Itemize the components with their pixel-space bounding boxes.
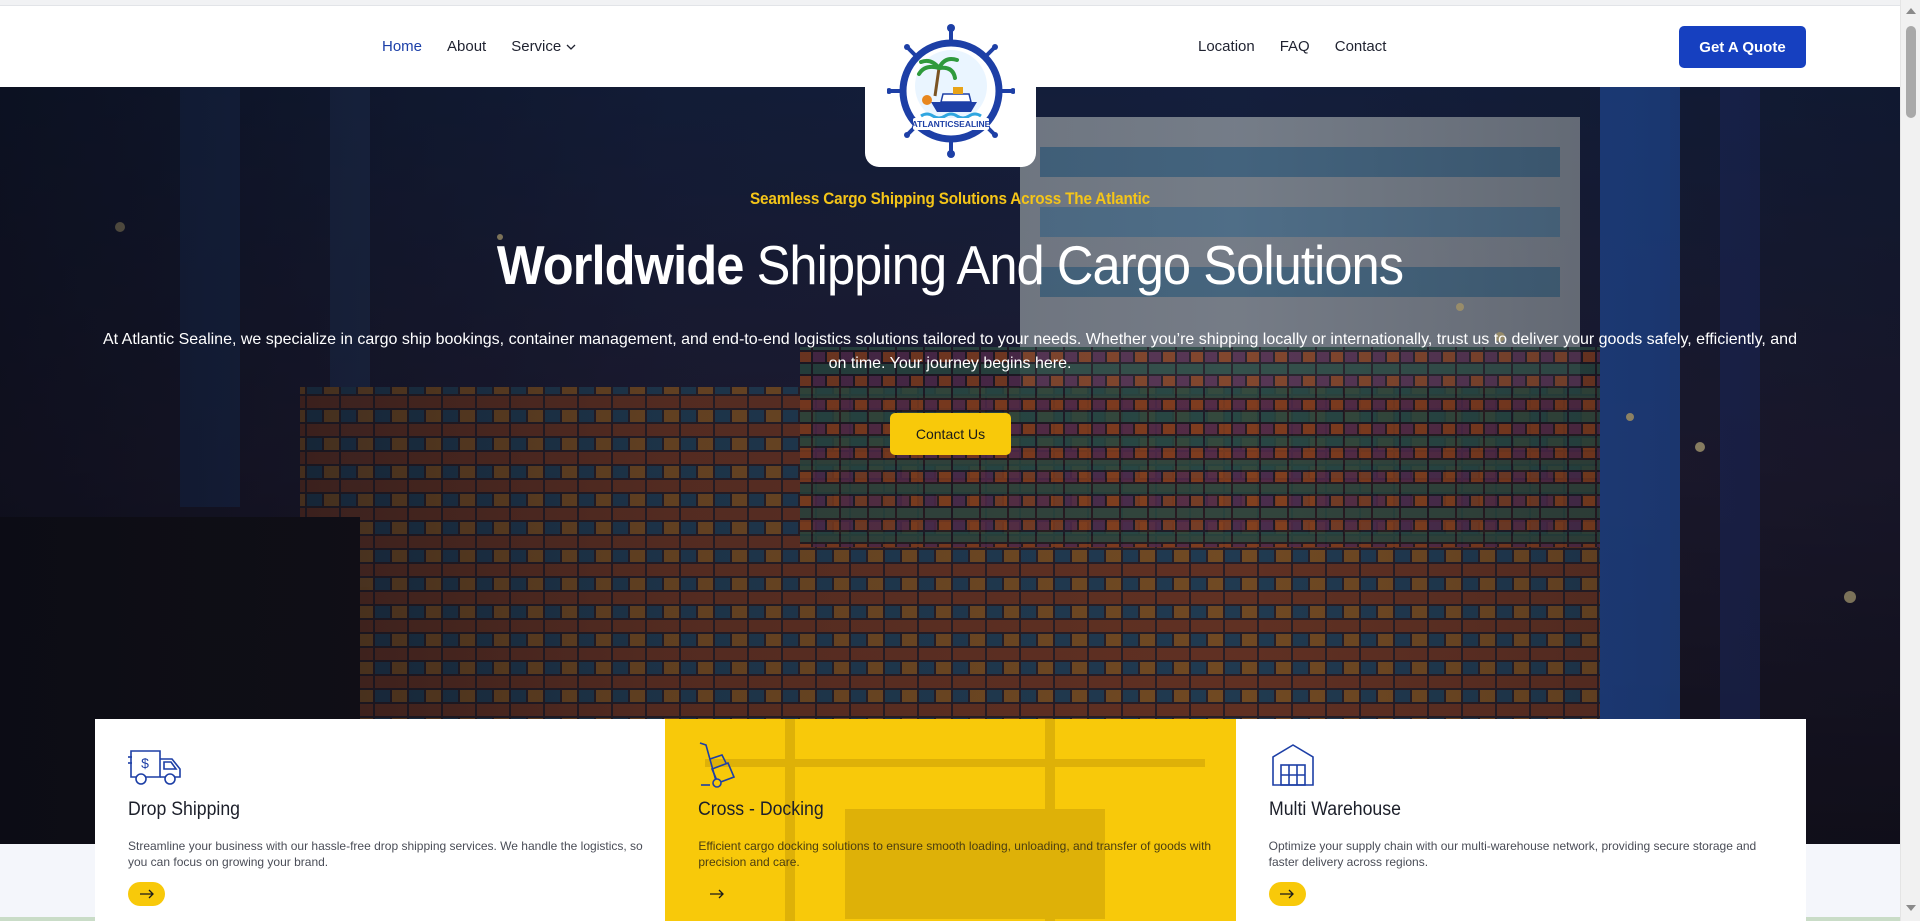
service-title: Multi Warehouse: [1268, 799, 1401, 820]
arrow-right-icon: [1280, 889, 1295, 899]
nav-service-label: Service: [511, 38, 562, 55]
hand-truck-icon: [700, 742, 736, 788]
nav-home[interactable]: Home: [382, 38, 422, 55]
service-title: Drop Shipping: [128, 799, 240, 820]
services-cards: $ Drop Shipping Streamline your business…: [95, 719, 1806, 921]
arrow-right-button[interactable]: [698, 882, 735, 906]
hero-title-bold: Worldwide: [496, 234, 745, 296]
nav-contact[interactable]: Contact: [1335, 38, 1387, 55]
warehouse-icon: [1271, 744, 1314, 786]
site-logo[interactable]: ATLANTICSEALINE: [865, 22, 1036, 167]
svg-text:$: $: [141, 755, 149, 771]
logo-wordmark: ATLANTICSEALINE: [911, 119, 990, 129]
arrow-right-button[interactable]: [128, 882, 165, 906]
delivery-van-icon: $: [128, 750, 181, 785]
nav-about[interactable]: About: [447, 38, 486, 55]
hero-title-rest: Shipping And Cargo Solutions: [743, 234, 1405, 296]
arrow-right-icon: [139, 889, 154, 899]
service-title: Cross - Docking: [698, 799, 825, 820]
scroll-up-arrow-icon[interactable]: [1906, 8, 1916, 14]
scrollbar-thumb[interactable]: [1906, 26, 1916, 118]
chevron-down-icon: [566, 44, 576, 50]
hero-title: Worldwide Shipping And Cargo Solutions: [76, 233, 1824, 297]
arrow-right-button[interactable]: [1268, 882, 1306, 906]
hero-description: At Atlantic Sealine, we specialize in ca…: [103, 331, 1797, 372]
service-card-cross-docking[interactable]: Cross - Docking Efficient cargo docking …: [665, 719, 1236, 921]
scroll-down-arrow-icon[interactable]: [1906, 905, 1916, 911]
page-scrollbar[interactable]: [1900, 0, 1920, 921]
hero-tagline: Seamless Cargo Shipping Solutions Across…: [750, 189, 1150, 208]
service-card-drop-shipping[interactable]: $ Drop Shipping Streamline your business…: [95, 719, 666, 921]
service-card-multi-warehouse[interactable]: Multi Warehouse Optimize your supply cha…: [1235, 719, 1806, 921]
ship-wheel-logo-icon: ATLANTICSEALINE: [886, 24, 1015, 158]
get-a-quote-button[interactable]: Get A Quote: [1679, 26, 1806, 68]
arrow-right-icon: [709, 889, 724, 899]
nav-location[interactable]: Location: [1198, 38, 1255, 55]
nav-faq[interactable]: FAQ: [1280, 38, 1310, 55]
primary-nav-left: Home About Service: [382, 6, 577, 87]
primary-nav-right: Location FAQ Contact: [1198, 6, 1386, 87]
nav-service[interactable]: Service: [511, 38, 577, 55]
service-description: Streamline your business with our hassle…: [128, 839, 643, 869]
contact-us-button[interactable]: Contact Us: [890, 413, 1011, 455]
service-description: Efficient cargo docking solutions to ens…: [698, 839, 1212, 869]
service-description: Optimize your supply chain with our mult…: [1268, 839, 1757, 869]
